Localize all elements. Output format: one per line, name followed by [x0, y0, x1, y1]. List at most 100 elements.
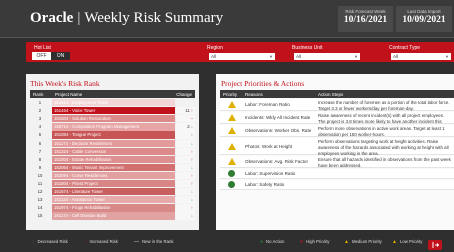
rank-legend: ↓ Decreased Risk ↑ Increased Risk — New in … — [26, 237, 199, 247]
priority-row[interactable]: Incidents: Wkly All Incident Rate Raise a… — [220, 112, 454, 130]
priority-row[interactable]: Photos: Work at Height Perform observatio… — [220, 138, 454, 156]
col-action-steps: Action Steps — [318, 91, 344, 97]
rank-number: 8 — [38, 156, 42, 162]
warning-icon — [228, 142, 236, 151]
rank-row[interactable]: 2 151464 - Voice Tower 11 ↑ — [30, 107, 195, 115]
arrow-up-icon: ↑ — [190, 156, 193, 162]
rank-number: 2 — [38, 108, 42, 114]
project-name: 151974 - Frogs Rehabilitation — [52, 204, 175, 212]
project-name: 151174 - Cell Division Build — [52, 212, 175, 220]
project-name: 151124 - Assistance Tower — [52, 196, 175, 204]
arrow-up-icon: ↑ — [189, 108, 193, 114]
forecast-week-label: Risk Forecast Week — [345, 9, 386, 14]
forecast-week-value: 10/16/2021 — [343, 15, 388, 25]
rank-change: ↓ — [176, 163, 195, 171]
priority-reason: Observations: Avg. Risk Factor — [245, 159, 308, 164]
project-name: 151324 - Cable Conversion — [52, 147, 175, 155]
rank-row[interactable]: 5 151084 - Tongue Project ↓ — [30, 131, 195, 139]
business-unit-select[interactable]: All ▼ — [294, 53, 360, 60]
rank-number: 7 — [38, 148, 42, 154]
priority-row[interactable]: Observations: Avg. Risk Factor Ensure tha… — [220, 156, 454, 168]
rank-change: ↓ — [176, 131, 195, 139]
rank-row[interactable]: 1 151614 - Employment Tower — [30, 99, 195, 107]
priority-action: Ensure that all hazards identified in ob… — [318, 157, 451, 168]
logout-icon — [432, 242, 439, 248]
arrow-down-icon: ↓ — [190, 140, 193, 146]
rank-change: 11 ↑ — [176, 107, 195, 115]
legend-medium: ▲ Medium Priority — [344, 239, 382, 245]
priority-reason: Incidents: Wkly All Incident Rate — [245, 115, 311, 120]
rank-row[interactable]: 3 151504 - Solution Restoration – — [30, 115, 195, 123]
legend-no-action-label: No Action — [266, 239, 285, 244]
business-unit-value: All — [296, 54, 302, 59]
legend-new: — New in the Rank — [134, 239, 174, 245]
legend-medium-label: Medium Priority — [351, 239, 382, 244]
arrow-up-icon: ↑ — [190, 181, 193, 186]
brand-name: Oracle — [30, 10, 74, 26]
project-name: 151464 - Voice Tower — [52, 107, 175, 115]
priority-reason: Labor: Safety Ratio — [245, 182, 285, 187]
chevron-down-icon: ▼ — [445, 54, 449, 59]
arrow-up-icon: ↑ — [190, 172, 193, 178]
arrow-down-icon: ↓ — [190, 164, 193, 170]
rank-row[interactable]: 10 152094 - Curve Residences ↑ — [30, 171, 195, 180]
region-value: All — [211, 54, 217, 59]
toggle-off[interactable]: OFF — [32, 52, 51, 60]
col-priority: Priority — [223, 91, 238, 97]
rank-row[interactable]: 14 151974 - Frogs Rehabilitation ↑ — [30, 204, 195, 212]
arrow-up-icon: ↑ — [190, 205, 193, 211]
rank-change: ↑ — [176, 147, 195, 155]
rank-row[interactable]: 6 151174 - Decision Residences ↓ — [30, 139, 195, 147]
report-name: Weekly Risk Summary — [84, 10, 224, 26]
warning-icon — [228, 101, 236, 109]
legend-low-label: Low Priority — [399, 239, 423, 244]
forecast-week-box: Risk Forecast Week 10/16/2021 — [338, 6, 393, 32]
rank-row[interactable]: 15 151174 - Cell Division Build ↓ — [30, 212, 195, 220]
rank-row[interactable]: 4 155714 - Competition Program Management… — [30, 123, 195, 131]
low-priority-icon: ▲ — [392, 239, 397, 245]
hot-list-toggle[interactable]: OFF ON — [32, 52, 70, 60]
col-change: Change — [176, 91, 192, 97]
warning-triangle — [228, 114, 236, 121]
exit-button[interactable] — [428, 240, 442, 250]
priority-row[interactable]: Labor: Supervision Ratio — [220, 169, 454, 179]
priority-row[interactable]: Observations: Worker Obs. Rate Perform mo… — [220, 125, 454, 137]
warning-icon — [228, 158, 236, 166]
rank-row[interactable]: 8 151004 - Estate Rehabilitation ↑ — [30, 155, 195, 163]
warning-triangle — [228, 142, 236, 150]
arrow-down-icon: ↓ — [190, 197, 193, 203]
rank-change: ↓ — [176, 212, 195, 220]
contract-type-label: Contract Type — [389, 45, 421, 51]
check-circle-icon — [228, 181, 236, 189]
contract-type-select[interactable]: All ▼ — [391, 53, 451, 60]
region-select[interactable]: All ▼ — [209, 53, 275, 60]
priorities-panel: Project Priorities & Actions Priority Re… — [216, 74, 454, 230]
arrow-down-icon: ↓ — [32, 239, 35, 245]
dash-icon: – — [190, 116, 193, 122]
col-project-name: Project Name — [55, 91, 83, 97]
priorities-header: Priority Reasons Action Steps — [220, 90, 454, 98]
priority-legend: ● No Action ● High Priority ▲ Medium Priori… — [216, 237, 454, 247]
priority-action: Perform more observations in active work… — [318, 126, 445, 137]
rank-row[interactable]: 13 151124 - Assistance Tower ↓ — [30, 196, 195, 204]
check-circle-icon: ● — [260, 239, 264, 245]
toggle-on[interactable]: ON — [51, 52, 70, 60]
rank-number: 1 — [38, 100, 42, 105]
filter-bar: Hot List OFF ON Region All ▼ Business Un… — [26, 42, 454, 62]
rank-row[interactable]: 9 152064 - Music Tenant Improvement ↓ — [30, 163, 195, 171]
rank-row[interactable]: 7 151324 - Cable Conversion ↑ — [30, 147, 195, 155]
rank-change: – — [176, 115, 195, 123]
arrow-down-icon: ↓ — [190, 132, 193, 138]
rank-row[interactable]: 11 151804 - Priest Project ↑ — [30, 180, 195, 188]
alert-circle-icon: ● — [300, 239, 304, 245]
warning-icon — [228, 114, 236, 122]
project-name: 151174 - Decision Residences — [52, 139, 175, 147]
arrow-down-icon: ↓ — [190, 213, 193, 219]
warning-triangle — [228, 101, 236, 108]
rank-number: 3 — [38, 116, 42, 122]
priority-row[interactable]: Labor: Safety Ratio — [220, 180, 454, 190]
rank-change: 2 ↓ — [176, 123, 195, 131]
priority-row[interactable]: Labor: Foreman Ratio Increase the number … — [220, 99, 454, 111]
warning-icon — [228, 127, 236, 135]
rank-row[interactable]: 12 151574 - Literature Tower ↓ — [30, 188, 195, 196]
